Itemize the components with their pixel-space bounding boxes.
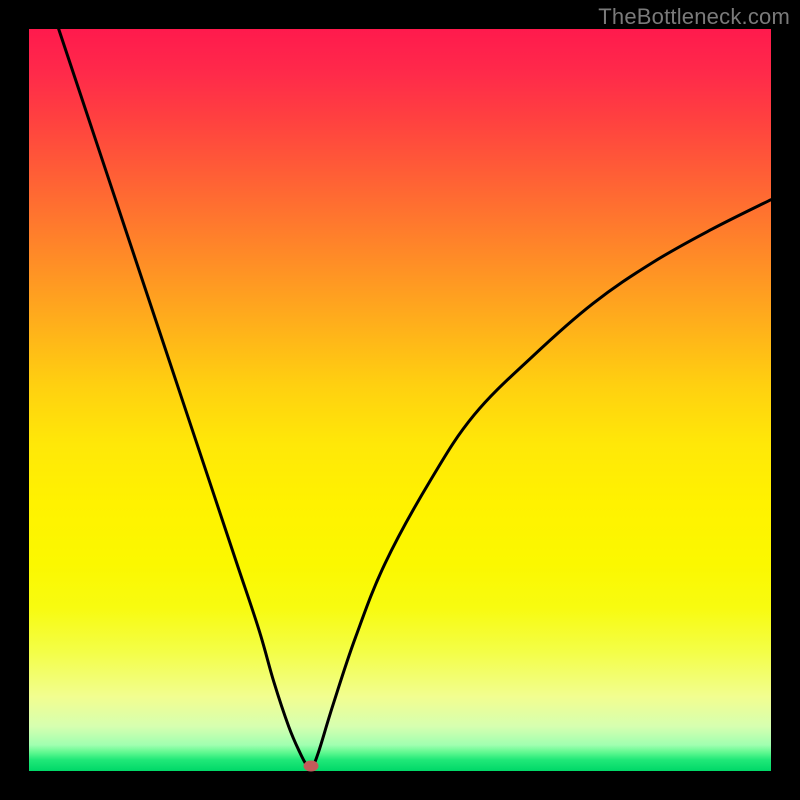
outer-frame: TheBottleneck.com: [0, 0, 800, 800]
curve-svg: [29, 29, 771, 771]
watermark-text: TheBottleneck.com: [598, 4, 790, 30]
minimum-marker: [303, 760, 318, 771]
plot-area: [29, 29, 771, 771]
bottleneck-curve: [59, 29, 771, 768]
